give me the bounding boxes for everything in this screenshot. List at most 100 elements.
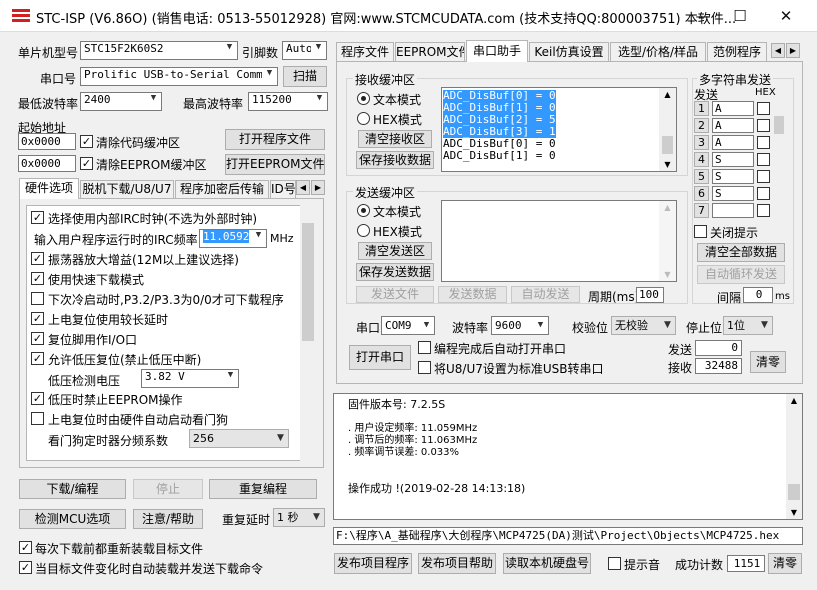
- multi-row-input[interactable]: A: [712, 101, 754, 116]
- multi-row-send-button[interactable]: 4: [694, 152, 709, 167]
- clear-code-checkbox[interactable]: ✓: [80, 135, 93, 148]
- min-baud-select[interactable]: 2400 ▼: [80, 92, 162, 111]
- send-data-button[interactable]: 发送数据: [438, 286, 507, 303]
- open-program-file-button[interactable]: 打开程序文件: [225, 129, 325, 150]
- multi-row-hex-checkbox[interactable]: [757, 170, 770, 183]
- usb-serial-checkbox[interactable]: [418, 361, 431, 374]
- recv-hex-mode-radio[interactable]: [357, 112, 370, 125]
- multi-row-send-button[interactable]: 6: [694, 186, 709, 201]
- opt-watchdog-checkbox[interactable]: [31, 412, 44, 425]
- repeat-program-button[interactable]: 重复编程: [209, 479, 317, 499]
- multi-row-send-button[interactable]: 1: [694, 101, 709, 116]
- opt-internal-irc-checkbox[interactable]: ✓: [31, 211, 44, 224]
- tab-eeprom-file[interactable]: EEPROM文件: [395, 42, 465, 62]
- tab-scroll-right-icon[interactable]: ▶: [311, 180, 325, 195]
- multi-row-hex-checkbox[interactable]: [757, 187, 770, 200]
- publish-help-button[interactable]: 发布项目帮助: [418, 553, 496, 574]
- options-scroll-thumb[interactable]: [302, 223, 314, 341]
- tab-serial-assistant[interactable]: 串口助手: [466, 40, 528, 62]
- interval-input[interactable]: 0: [743, 287, 773, 303]
- tab-selection-price[interactable]: 选型/价格/样品: [610, 42, 706, 62]
- port-select[interactable]: Prolific USB-to-Serial Comm P ▼: [80, 67, 278, 86]
- stop-button[interactable]: 停止: [133, 479, 203, 499]
- tab-hardware-options[interactable]: 硬件选项: [19, 178, 79, 199]
- tab-id[interactable]: ID号: [270, 180, 296, 199]
- multi-row-send-button[interactable]: 2: [694, 118, 709, 133]
- scroll-up-icon[interactable]: ▲: [659, 90, 676, 99]
- scroll-down-icon[interactable]: ▼: [659, 270, 676, 279]
- log-scroll-thumb[interactable]: [788, 484, 800, 500]
- com-port-select[interactable]: COM9 ▼: [381, 316, 435, 335]
- opt-reset-io-checkbox[interactable]: ✓: [31, 332, 44, 345]
- scroll-down-icon[interactable]: ▼: [786, 508, 802, 517]
- auto-open-serial-checkbox[interactable]: [418, 341, 431, 354]
- multi-row-input[interactable]: A: [712, 118, 754, 133]
- stop-bits-select[interactable]: 1位 ▼: [723, 316, 773, 335]
- save-receive-button[interactable]: 保存接收数据: [356, 151, 434, 169]
- multi-row-input[interactable]: S: [712, 186, 754, 201]
- tab-encrypt-transfer[interactable]: 程序加密后传输: [175, 180, 269, 199]
- tab-examples[interactable]: 范例程序: [707, 42, 767, 62]
- tab-offline-download[interactable]: 脱机下载/U8/U7: [80, 180, 174, 199]
- multi-row-send-button[interactable]: 5: [694, 169, 709, 184]
- send-hex-mode-radio[interactable]: [357, 224, 370, 237]
- send-text-area[interactable]: [441, 200, 677, 282]
- max-baud-select[interactable]: 115200 ▼: [248, 92, 328, 111]
- maximize-button[interactable]: ☐: [717, 0, 763, 32]
- open-eeprom-file-button[interactable]: 打开EEPROM文件: [225, 154, 325, 175]
- multi-scroll-thumb[interactable]: [774, 116, 784, 134]
- irc-freq-select[interactable]: 11.0592 ▼: [199, 229, 267, 248]
- low-voltage-select[interactable]: 3.82 V ▼: [141, 369, 239, 388]
- multi-row-hex-checkbox[interactable]: [757, 102, 770, 115]
- clear-receive-button[interactable]: 清空接收区: [358, 130, 432, 148]
- scan-button[interactable]: 扫描: [283, 66, 327, 87]
- receive-scroll-thumb[interactable]: [662, 136, 673, 154]
- retry-delay-select[interactable]: 1 秒 ▼: [273, 508, 325, 527]
- send-text-mode-radio[interactable]: [357, 204, 370, 217]
- baud-select[interactable]: 9600 ▼: [491, 316, 549, 335]
- multi-row-hex-checkbox[interactable]: [757, 136, 770, 149]
- tab-program-file[interactable]: 程序文件: [336, 42, 394, 62]
- multi-row-hex-checkbox[interactable]: [757, 119, 770, 132]
- publish-project-button[interactable]: 发布项目程序: [334, 553, 412, 574]
- scroll-up-icon[interactable]: ▲: [786, 396, 802, 405]
- clear-eeprom-checkbox[interactable]: ✓: [80, 157, 93, 170]
- send-file-button[interactable]: 发送文件: [356, 286, 434, 303]
- parity-select[interactable]: 无校验 ▼: [611, 316, 676, 335]
- multi-row-hex-checkbox[interactable]: [757, 204, 770, 217]
- multi-row-input[interactable]: A: [712, 135, 754, 150]
- recv-text-mode-radio[interactable]: [357, 92, 370, 105]
- read-hdd-button[interactable]: 读取本机硬盘号: [503, 553, 591, 574]
- options-scrollbar[interactable]: [300, 205, 316, 461]
- auto-send-button[interactable]: 自动发送: [511, 286, 580, 303]
- beep-checkbox[interactable]: [608, 557, 621, 570]
- tab-scroll-left-icon[interactable]: ◀: [296, 180, 310, 195]
- period-input[interactable]: 100: [636, 287, 664, 303]
- multi-row-send-button[interactable]: 3: [694, 135, 709, 150]
- multi-row-hex-checkbox[interactable]: [757, 153, 770, 166]
- opt-osc-gain-checkbox[interactable]: ✓: [31, 252, 44, 265]
- reload-before-download-checkbox[interactable]: ✓: [19, 541, 32, 554]
- clear-all-data-button[interactable]: 清空全部数据: [697, 243, 785, 262]
- right-tab-scroll-right-icon[interactable]: ▶: [786, 43, 800, 58]
- help-button[interactable]: 注意/帮助: [133, 509, 203, 529]
- download-program-button[interactable]: 下载/编程: [19, 479, 126, 499]
- opt-low-voltage-reset-checkbox[interactable]: ✓: [31, 352, 44, 365]
- clear-count-button[interactable]: 清零: [750, 351, 786, 373]
- open-serial-button[interactable]: 打开串口: [349, 345, 411, 370]
- right-tab-scroll-left-icon[interactable]: ◀: [771, 43, 785, 58]
- close-button[interactable]: ✕: [763, 0, 809, 32]
- opt-long-reset-checkbox[interactable]: ✓: [31, 312, 44, 325]
- log-scrollbar[interactable]: ▲ ▼: [786, 394, 802, 519]
- multi-scrollbar[interactable]: [773, 100, 785, 218]
- auto-send-on-change-checkbox[interactable]: ✓: [19, 561, 32, 574]
- auto-loop-send-button[interactable]: 自动循环发送: [697, 265, 785, 284]
- opt-disable-eeprom-checkbox[interactable]: ✓: [31, 392, 44, 405]
- opt-fast-download-checkbox[interactable]: ✓: [31, 272, 44, 285]
- pins-select[interactable]: Auto ▼: [282, 41, 327, 60]
- opt-cold-start-checkbox[interactable]: [31, 292, 44, 305]
- receive-text-area[interactable]: ADC_DisBuf[0] = 0 ADC_DisBuf[1] = 0 ADC_…: [441, 87, 677, 172]
- success-count-clear-button[interactable]: 清零: [768, 553, 802, 574]
- save-send-button[interactable]: 保存发送数据: [356, 263, 434, 281]
- clear-send-button[interactable]: 清空发送区: [358, 242, 432, 260]
